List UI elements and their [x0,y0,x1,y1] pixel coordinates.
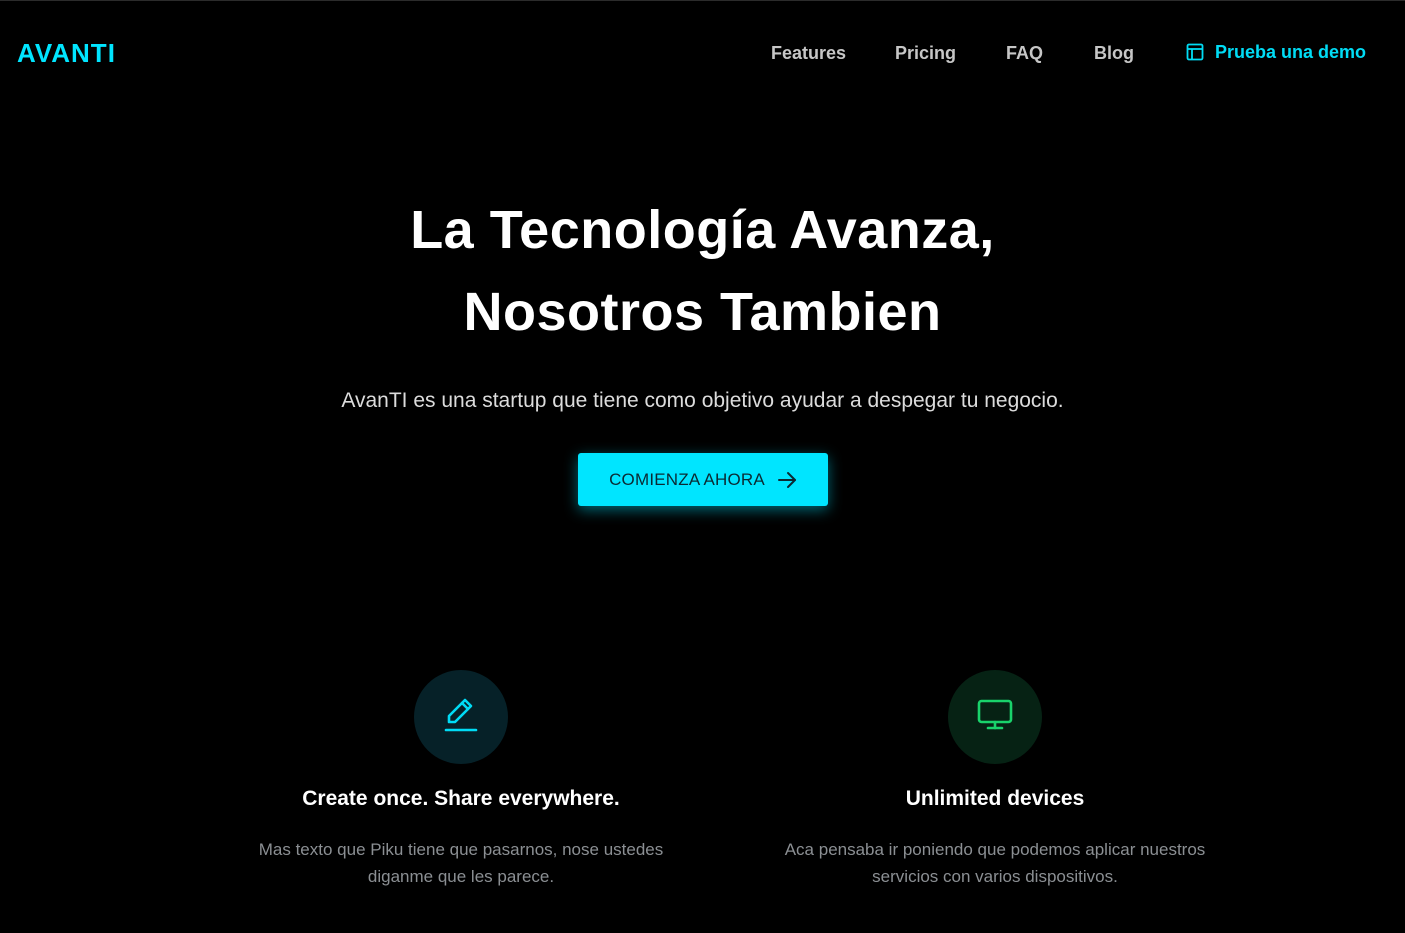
hero-title-line-1: La Tecnología Avanza, [410,200,995,260]
demo-link-label: Prueba una demo [1215,42,1367,62]
nav-link-faq[interactable]: FAQ [1006,42,1043,64]
hero-title: La Tecnología Avanza, Nosotros Tambien [0,189,1405,353]
feature-card: Unlimited devices Aca pensaba ir poniend… [765,670,1225,890]
feature-title: Create once. Share everywhere. [302,787,620,810]
hero-title-line-2: Nosotros Tambien [463,282,942,342]
demo-link[interactable]: Prueba una demo [1186,41,1366,63]
feature-icon-circle [948,670,1042,764]
feature-title: Unlimited devices [905,787,1085,810]
feature-description: Aca pensaba ir poniendo que podemos apli… [784,840,1206,886]
nav-link-features[interactable]: Features [771,42,846,64]
pencil-icon [443,695,479,740]
nav-link-blog[interactable]: Blog [1094,42,1134,64]
landing-page: AVANTI Features Pricing FAQ Blog Prueba … [0,0,1405,933]
hero-subtitle: AvanTI es una startup que tiene como obj… [341,389,1064,412]
layout-icon [1186,43,1204,61]
feature-icon-circle [414,670,508,764]
start-now-button-label: COMIENZA AHORA [609,469,765,489]
monitor-icon [976,697,1014,738]
start-now-button[interactable]: COMIENZA AHORA [578,453,828,506]
arrow-right-icon [777,470,797,490]
feature-card: Create once. Share everywhere. Mas texto… [231,670,691,890]
top-navbar: AVANTI Features Pricing FAQ Blog Prueba … [0,1,1405,105]
nav-link-pricing[interactable]: Pricing [895,42,956,64]
brand-logo[interactable]: AVANTI [17,38,116,68]
feature-description: Mas texto que Piku tiene que pasarnos, n… [258,840,664,886]
